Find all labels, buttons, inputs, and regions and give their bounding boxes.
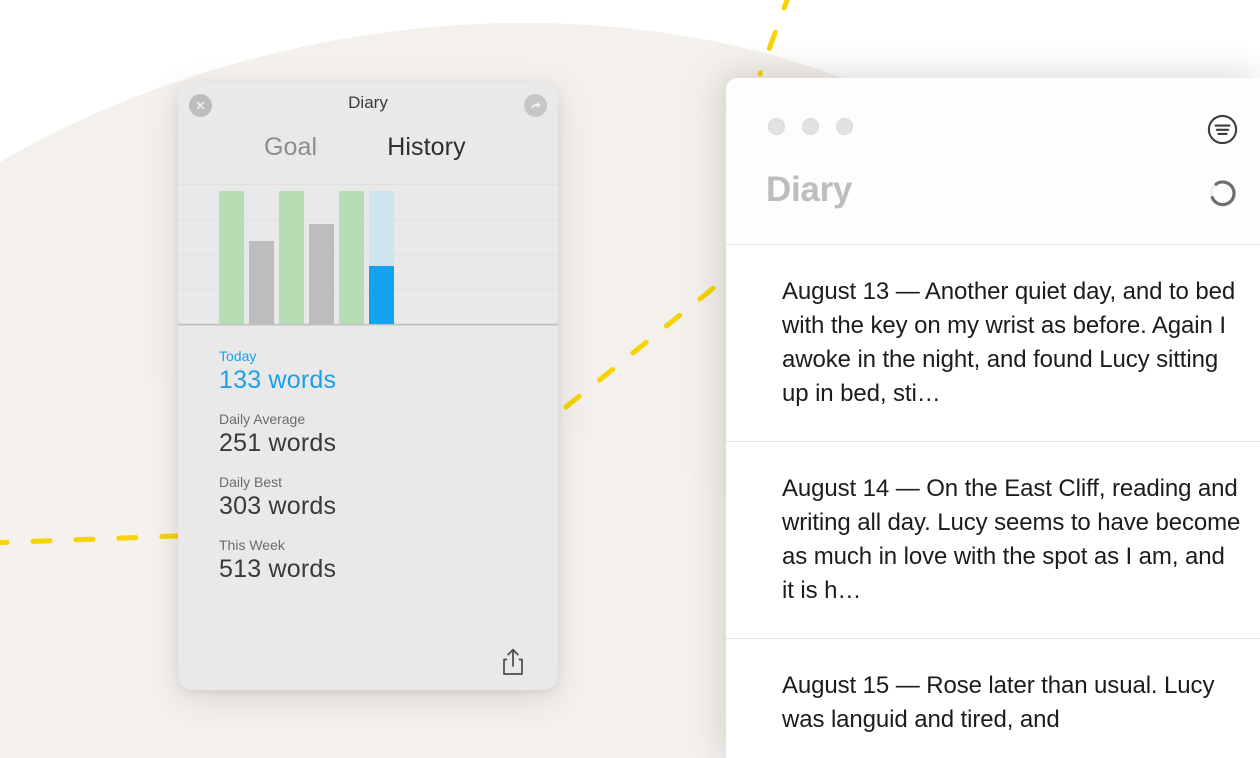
widget-tabs: Goal History — [178, 127, 558, 162]
chart-bar-fill — [279, 191, 304, 324]
stat-item: This Week 513 words — [219, 537, 558, 584]
chart-bar — [399, 184, 424, 324]
document-window-header: Diary — [726, 78, 1260, 245]
share-export-icon — [500, 647, 526, 677]
chart-bar-fill — [309, 224, 334, 324]
window-zoom-button[interactable] — [836, 118, 853, 135]
chart-bar-fill — [339, 191, 364, 324]
chart-bar — [369, 184, 394, 324]
tab-history[interactable]: History — [387, 133, 465, 162]
circled-list-icon — [1207, 114, 1238, 145]
widget-stats-list: Today133 wordsDaily Average251 wordsDail… — [178, 326, 558, 584]
tab-goal[interactable]: Goal — [264, 133, 317, 162]
document-title: Diary — [766, 170, 852, 210]
stat-item: Today 133 words — [219, 348, 558, 395]
stat-value: 251 words — [219, 429, 558, 458]
diary-entry-list: August 13 — Another quiet day, and to be… — [726, 245, 1260, 737]
stat-item: Daily Average 251 words — [219, 411, 558, 458]
stat-label: Daily Average — [219, 411, 558, 427]
stat-item: Daily Best 303 words — [219, 474, 558, 521]
chart-bar — [279, 184, 304, 324]
chart-bar-fill — [219, 191, 244, 324]
chart-bar — [339, 184, 364, 324]
stat-label: This Week — [219, 537, 558, 553]
progress-indicator — [1208, 179, 1237, 213]
chart-bar — [309, 184, 334, 324]
progress-ring-icon — [1208, 179, 1237, 208]
diary-entry-text: August 15 — Rose later than usual. Lucy … — [782, 669, 1242, 737]
menu-button[interactable] — [1207, 114, 1238, 150]
stat-value: 513 words — [219, 555, 558, 584]
diary-entry-text: August 14 — On the East Cliff, reading a… — [782, 472, 1242, 608]
window-close-button[interactable] — [768, 118, 785, 135]
chart-bar — [219, 184, 244, 324]
diary-entry[interactable]: August 15 — Rose later than usual. Lucy … — [726, 639, 1260, 737]
chart-bar-today — [369, 266, 394, 324]
share-button[interactable] — [524, 94, 547, 117]
export-button[interactable] — [500, 647, 526, 682]
history-bar-chart — [178, 184, 558, 324]
diary-document-window: Diary August 13 — Another quiet day, and… — [726, 78, 1260, 758]
chart-bar-fill — [249, 241, 274, 324]
chart-bar — [249, 184, 274, 324]
screen: Diary Goal History Today133 wordsDai — [0, 0, 1260, 758]
diary-entry[interactable]: August 13 — Another quiet day, and to be… — [726, 245, 1260, 442]
stat-label: Daily Best — [219, 474, 558, 490]
share-arrow-icon — [528, 98, 543, 113]
diary-entry[interactable]: August 14 — On the East Cliff, reading a… — [726, 442, 1260, 639]
stat-label: Today — [219, 348, 558, 364]
chart-bars — [219, 184, 424, 324]
diary-entry-text: August 13 — Another quiet day, and to be… — [782, 275, 1242, 411]
diary-stats-widget: Diary Goal History Today133 wordsDai — [178, 83, 558, 690]
widget-titlebar: Diary — [178, 83, 558, 127]
widget-title: Diary — [178, 93, 558, 113]
stat-value: 133 words — [219, 366, 558, 395]
stat-value: 303 words — [219, 492, 558, 521]
traffic-lights — [768, 118, 853, 135]
window-minimize-button[interactable] — [802, 118, 819, 135]
